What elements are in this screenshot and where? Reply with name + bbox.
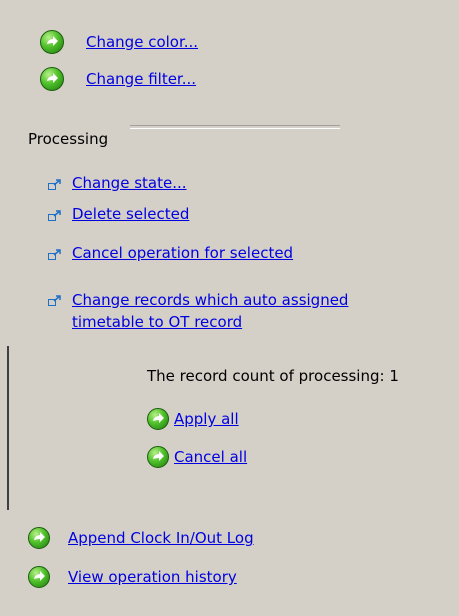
change-records-link-wrap[interactable]: Change records which auto assigned timet… (72, 289, 348, 333)
change-filter-action[interactable]: Change filter... (40, 67, 196, 91)
delete-selected-action[interactable]: Delete selected (48, 205, 189, 223)
link-arrow-icon (48, 208, 62, 221)
processing-section-header: Processing (28, 130, 108, 148)
record-count-row: The record count of processing: 1 (147, 367, 399, 385)
change-records-link-line1[interactable]: Change records which auto assigned (72, 289, 348, 311)
cancel-all-link[interactable]: Cancel all (174, 448, 247, 466)
apply-all-link[interactable]: Apply all (174, 410, 239, 428)
link-arrow-icon (48, 177, 62, 190)
append-clock-log-action[interactable]: Append Clock In/Out Log (28, 527, 254, 549)
change-records-link-line2[interactable]: timetable to OT record (72, 311, 348, 333)
link-arrow-icon (48, 247, 62, 260)
delete-selected-link[interactable]: Delete selected (72, 205, 189, 223)
processing-title: Processing (28, 130, 109, 148)
change-color-link[interactable]: Change color... (86, 33, 198, 51)
green-go-icon (28, 527, 50, 549)
section-divider (130, 125, 340, 129)
change-color-action[interactable]: Change color... (40, 30, 198, 54)
green-go-icon (40, 67, 64, 91)
link-arrow-icon (48, 293, 62, 306)
apply-all-action[interactable]: Apply all (147, 408, 239, 430)
change-state-link[interactable]: Change state... (72, 174, 187, 192)
change-records-action[interactable]: Change records which auto assigned timet… (48, 289, 348, 333)
record-count-label: The record count of processing: 1 (147, 367, 399, 385)
view-operation-history-action[interactable]: View operation history (28, 566, 237, 588)
change-state-action[interactable]: Change state... (48, 174, 187, 192)
change-filter-link[interactable]: Change filter... (86, 70, 196, 88)
green-go-icon (40, 30, 64, 54)
cancel-all-action[interactable]: Cancel all (147, 446, 247, 468)
task-panel: Change color... Change filter... Process… (0, 0, 459, 616)
view-operation-history-link[interactable]: View operation history (68, 568, 237, 586)
left-border-line (7, 346, 9, 510)
cancel-operation-action[interactable]: Cancel operation for selected (48, 244, 293, 262)
green-go-icon (147, 446, 169, 468)
green-go-icon (28, 566, 50, 588)
green-go-icon (147, 408, 169, 430)
append-clock-log-link[interactable]: Append Clock In/Out Log (68, 529, 254, 547)
cancel-operation-link[interactable]: Cancel operation for selected (72, 244, 293, 262)
